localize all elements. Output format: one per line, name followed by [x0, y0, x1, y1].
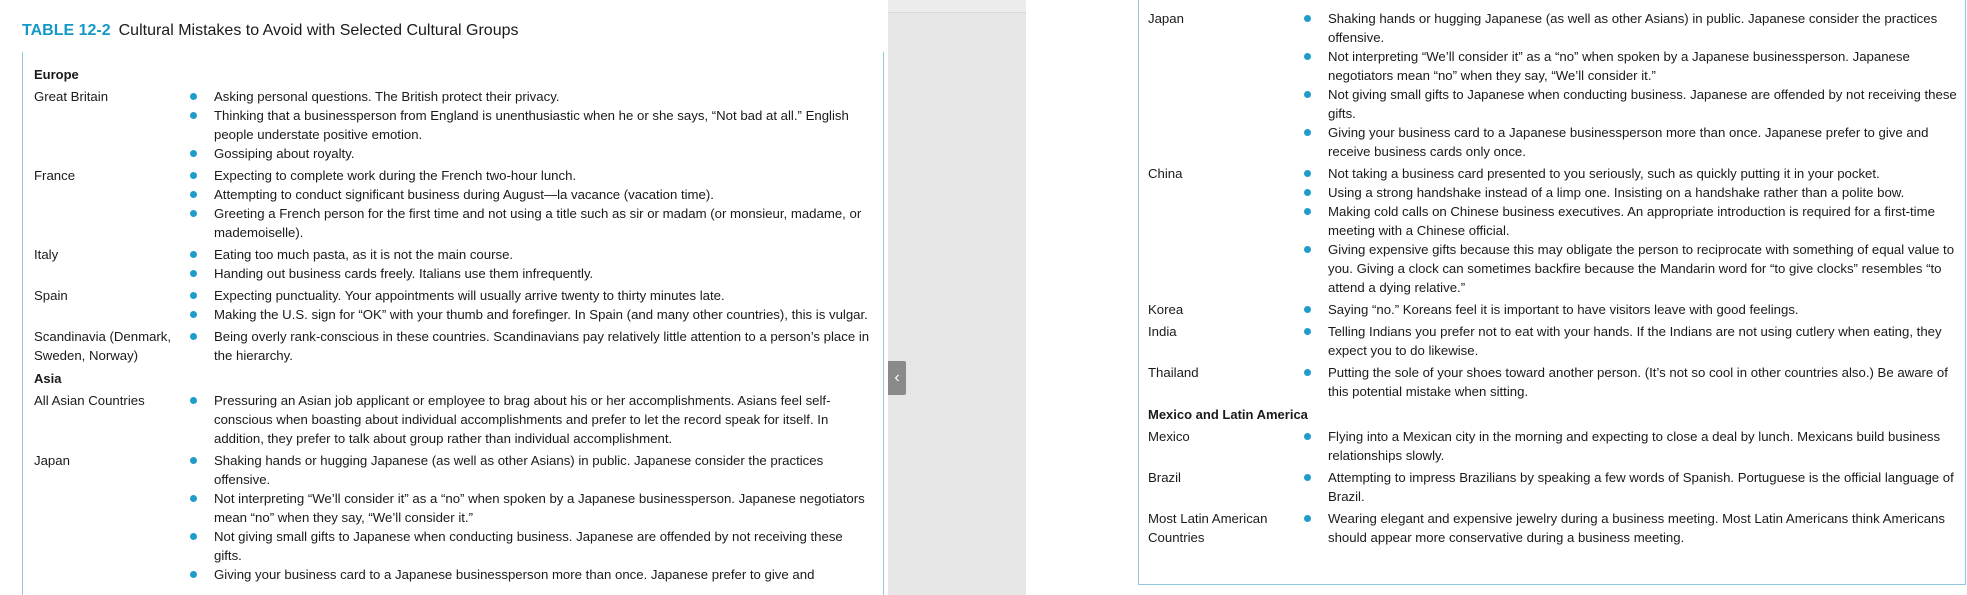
mistake-item: Telling Indians you prefer not to eat wi… [1302, 322, 1958, 360]
country-name: Spain [34, 288, 68, 303]
country-name: France [34, 168, 76, 183]
country-name: Korea [1148, 302, 1184, 317]
mistake-list: Shaking hands or hugging Japanese (as we… [1302, 9, 1958, 161]
mistake-item: Shaking hands or hugging Japanese (as we… [188, 451, 874, 489]
right-page: Japan Shaking hands or hugging Japanese (… [1026, 0, 1967, 595]
country-name: India [1148, 324, 1177, 339]
mistake-list: Asking personal questions. The British p… [188, 87, 874, 163]
country-name: Brazil [1148, 470, 1181, 485]
mistake-item: Attempting to conduct significant busine… [188, 185, 874, 204]
mistake-item: Flying into a Mexican city in the mornin… [1302, 427, 1958, 465]
mistake-item: Thinking that a businessperson from Engl… [188, 106, 874, 144]
mistake-list: Telling Indians you prefer not to eat wi… [1302, 322, 1958, 360]
left-table-body: Europe Great Britain Asking personal quest… [34, 61, 874, 587]
country-name: Scandinavia (Denmark, Sweden, Norway) [34, 329, 172, 363]
right-table-body: Japan Shaking hands or hugging Japanese (… [1148, 9, 1958, 550]
mistake-list: Eating too much pasta, as it is not the … [188, 245, 874, 283]
table-row: France Expecting to complete work during … [34, 166, 874, 242]
table-row: Italy Eating too much pasta, as it is not… [34, 245, 874, 283]
country-name: Japan [1148, 11, 1184, 26]
mistake-list: Saying “no.” Koreans feel it is importan… [1302, 300, 1958, 319]
country-name: Mexico [1148, 429, 1190, 444]
country-name: Italy [34, 247, 59, 262]
mistake-item: Saying “no.” Koreans feel it is importan… [1302, 300, 1958, 319]
table-title: TABLE 12-2 Cultural Mistakes to Avoid wit… [22, 22, 519, 40]
mistake-item: Giving your business card to a Japanese … [188, 565, 874, 584]
mistake-item: Not interpreting “We’ll consider it” as … [188, 489, 874, 527]
table-number: TABLE 12-2 [22, 22, 111, 39]
mistake-list: Expecting punctuality. Your appointments… [188, 286, 874, 324]
mistake-item: Handing out business cards freely. Itali… [188, 264, 874, 283]
table-row: Brazil Attempting to impress Brazilians b… [1148, 468, 1958, 506]
mistake-list: Expecting to complete work during the Fr… [188, 166, 874, 242]
country-name: Most Latin American Countries [1148, 511, 1268, 545]
table-row: Scandinavia (Denmark, Sweden, Norway) Bei… [34, 327, 874, 365]
mistake-list: Flying into a Mexican city in the mornin… [1302, 427, 1958, 465]
mistake-item: Giving expensive gifts because this may … [1302, 240, 1958, 297]
mistake-item: Pressuring an Asian job applicant or emp… [188, 391, 874, 448]
table-row: Most Latin American Countries Wearing ele… [1148, 509, 1958, 547]
mistake-item: Greeting a French person for the first t… [188, 204, 874, 242]
table-row: Japan Shaking hands or hugging Japanese (… [1148, 9, 1958, 161]
mistake-item: Using a strong handshake instead of a li… [1302, 183, 1958, 202]
mistake-item: Shaking hands or hugging Japanese (as we… [1302, 9, 1958, 47]
mistake-item: Asking personal questions. The British p… [188, 87, 874, 106]
section-heading: Mexico and Latin America [1148, 407, 1308, 422]
mistake-item: Not giving small gifts to Japanese when … [1302, 85, 1958, 123]
mistake-list: Pressuring an Asian job applicant or emp… [188, 391, 874, 448]
page-gutter [888, 0, 1026, 595]
mistake-item: Making cold calls on Chinese business ex… [1302, 202, 1958, 240]
mistake-item: Not giving small gifts to Japanese when … [188, 527, 874, 565]
section-heading: Europe [34, 67, 79, 82]
table-row: India Telling Indians you prefer not to e… [1148, 322, 1958, 360]
table-row: China Not taking a business card presente… [1148, 164, 1958, 297]
mistake-list: Attempting to impress Brazilians by spea… [1302, 468, 1958, 506]
chevron-left-icon[interactable]: ‹ [888, 361, 906, 395]
left-page: TABLE 12-2 Cultural Mistakes to Avoid wit… [0, 0, 888, 595]
mistake-item: Not interpreting “We’ll consider it” as … [1302, 47, 1958, 85]
mistake-item: Expecting punctuality. Your appointments… [188, 286, 874, 305]
country-name: All Asian Countries [34, 393, 145, 408]
mistake-list: Not taking a business card presented to … [1302, 164, 1958, 297]
table-row: Japan Shaking hands or hugging Japanese (… [34, 451, 874, 584]
mistake-item: Giving your business card to a Japanese … [1302, 123, 1958, 161]
table-row: Great Britain Asking personal questions. … [34, 87, 874, 163]
country-name: Japan [34, 453, 70, 468]
table-row: Thailand Putting the sole of your shoes t… [1148, 363, 1958, 401]
mistake-item: Wearing elegant and expensive jewelry du… [1302, 509, 1958, 547]
mistake-item: Expecting to complete work during the Fr… [188, 166, 874, 185]
mistake-item: Attempting to impress Brazilians by spea… [1302, 468, 1958, 506]
mistake-item: Gossiping about royalty. [188, 144, 874, 163]
table-row: Mexico Flying into a Mexican city in the … [1148, 427, 1958, 465]
table-row: All Asian Countries Pressuring an Asian j… [34, 391, 874, 448]
country-name: Great Britain [34, 89, 109, 104]
section-heading: Asia [34, 371, 62, 386]
mistake-list: Putting the sole of your shoes toward an… [1302, 363, 1958, 401]
table-row: Spain Expecting punctuality. Your appoint… [34, 286, 874, 324]
mistake-list: Wearing elegant and expensive jewelry du… [1302, 509, 1958, 547]
mistake-item: Eating too much pasta, as it is not the … [188, 245, 874, 264]
mistake-item: Being overly rank-conscious in these cou… [188, 327, 874, 365]
mistake-item: Putting the sole of your shoes toward an… [1302, 363, 1958, 401]
mistake-item: Not taking a business card presented to … [1302, 164, 1958, 183]
country-name: Thailand [1148, 365, 1199, 380]
mistake-item: Making the U.S. sign for “OK” with your … [188, 305, 874, 324]
table-row: Korea Saying “no.” Koreans feel it is imp… [1148, 300, 1958, 319]
table-title-text: Cultural Mistakes to Avoid with Selected… [118, 22, 519, 39]
country-name: China [1148, 166, 1183, 181]
mistake-list: Being overly rank-conscious in these cou… [188, 327, 874, 365]
mistake-list: Shaking hands or hugging Japanese (as we… [188, 451, 874, 584]
